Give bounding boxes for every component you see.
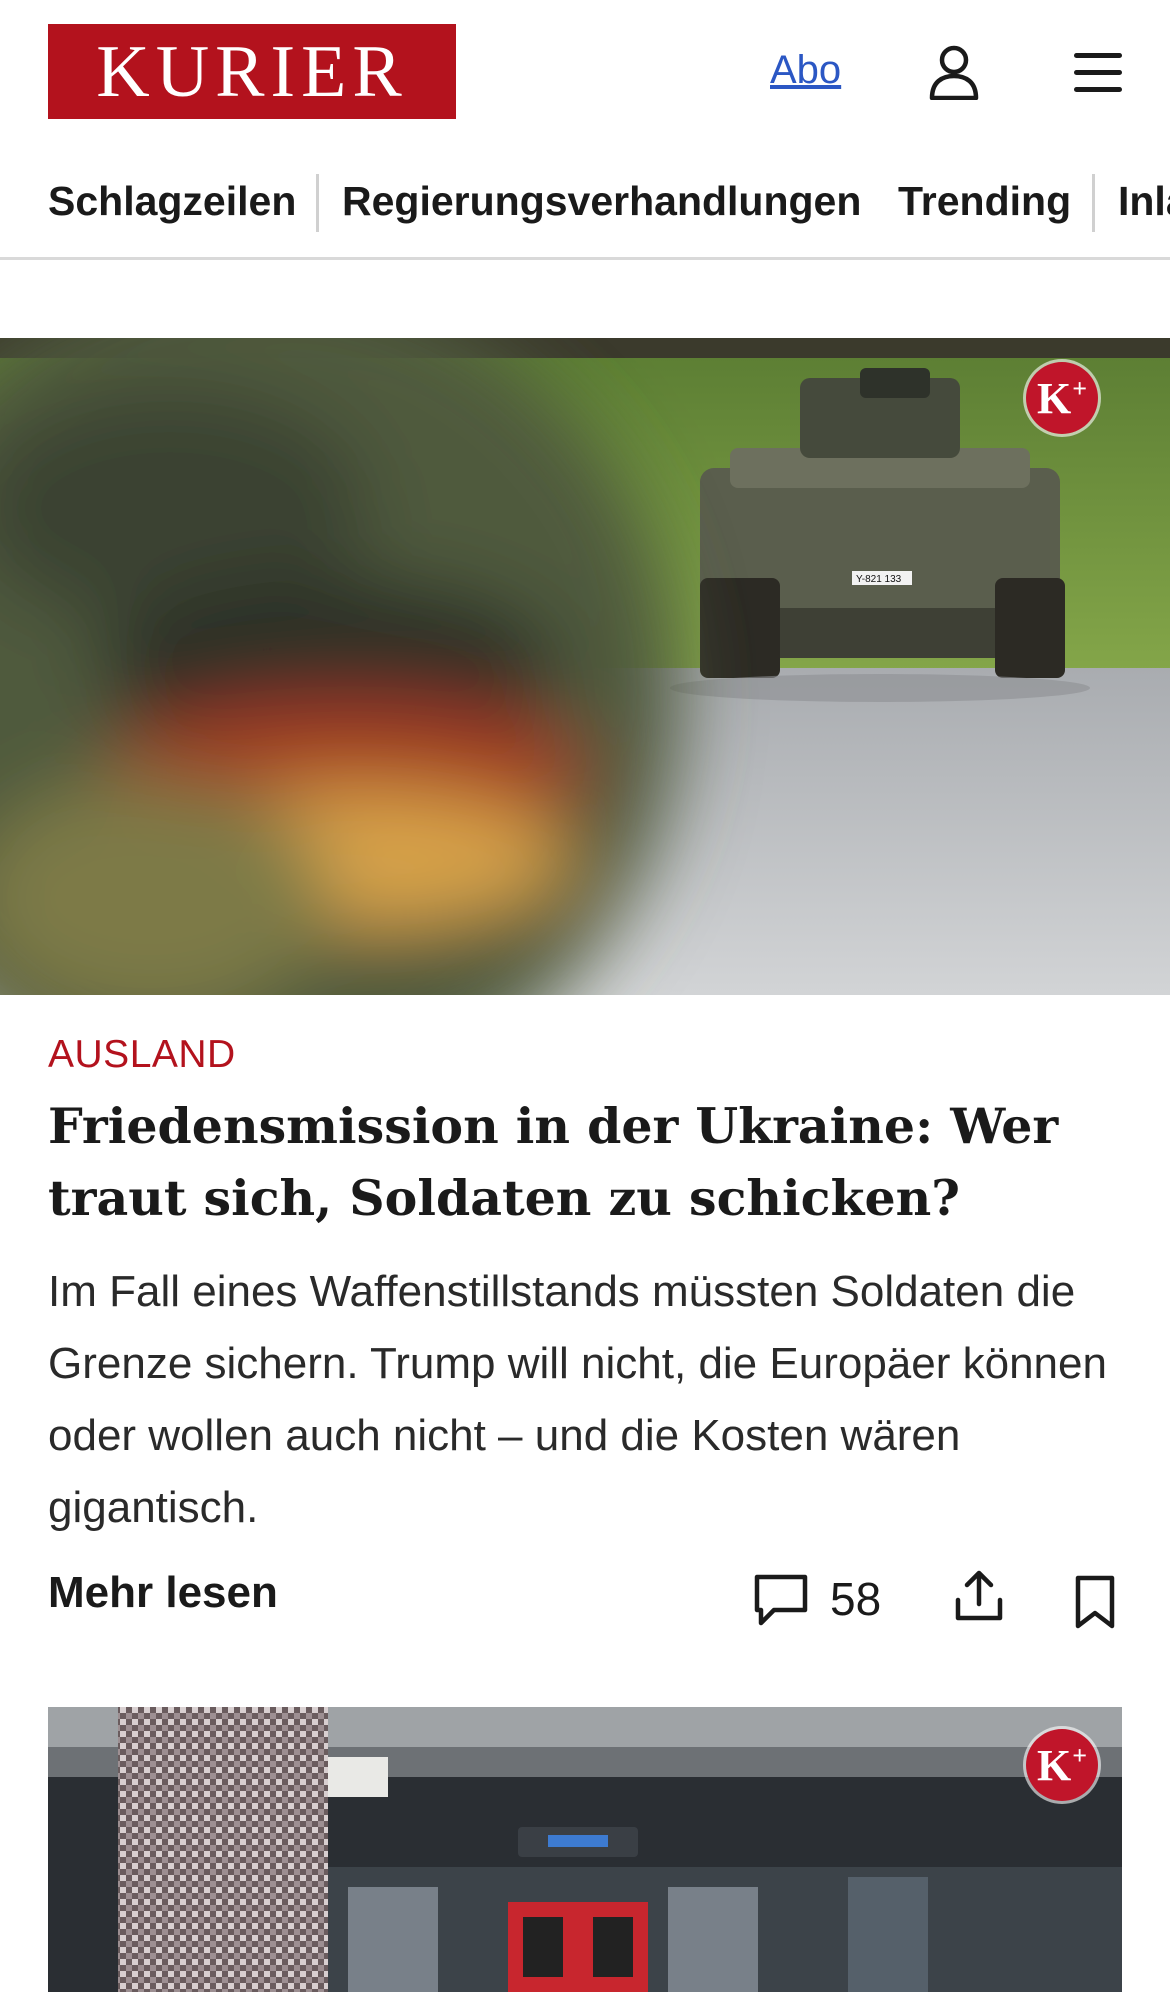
svg-text:Y-821 133: Y-821 133 [856,574,902,585]
premium-plus-glyph: + [1072,1740,1088,1770]
second-article-image[interactable]: K+ [48,1707,1122,1992]
nav-item-inland[interactable]: Inland [1118,178,1170,225]
premium-badge: K+ [1026,1729,1098,1801]
section-nav: Schlagzeilen Regierungsverhandlungen Tre… [0,160,1170,260]
article-teaser[interactable]: Im Fall eines Waffenstillstands müssten … [48,1256,1138,1544]
hero-image[interactable]: Y-821 133 K+ [0,338,1170,995]
article-headline[interactable]: Friedensmission in der Ukraine: Wer trau… [48,1090,1138,1234]
premium-plus-glyph: + [1072,373,1088,403]
comment-icon[interactable] [752,1572,810,1628]
comment-count[interactable]: 58 [830,1572,881,1626]
nav-item-regierungsverhandlungen[interactable]: Regierungsverhandlungen [342,178,861,225]
logo-text: KURIER [96,30,408,113]
user-icon[interactable] [928,44,980,100]
blurred-foreground [0,338,680,995]
nav-item-trending[interactable]: Trending [898,178,1071,225]
bookmark-icon[interactable] [1072,1574,1118,1630]
read-more-link[interactable]: Mehr lesen [48,1568,278,1618]
nav-divider [1092,174,1095,232]
share-icon[interactable] [952,1568,1006,1624]
hero-photo-illustration: Y-821 133 [0,338,1170,995]
kurier-logo[interactable]: KURIER [48,24,456,119]
subway-station-photo [48,1707,1122,1992]
nav-item-schlagzeilen[interactable]: Schlagzeilen [48,178,296,225]
hamburger-menu-icon[interactable] [1072,50,1124,94]
premium-badge: K+ [1026,362,1098,434]
article-category[interactable]: AUSLAND [48,1033,236,1077]
top-header: KURIER Abo [0,0,1170,148]
nav-divider [316,174,319,232]
abo-link[interactable]: Abo [770,48,841,93]
